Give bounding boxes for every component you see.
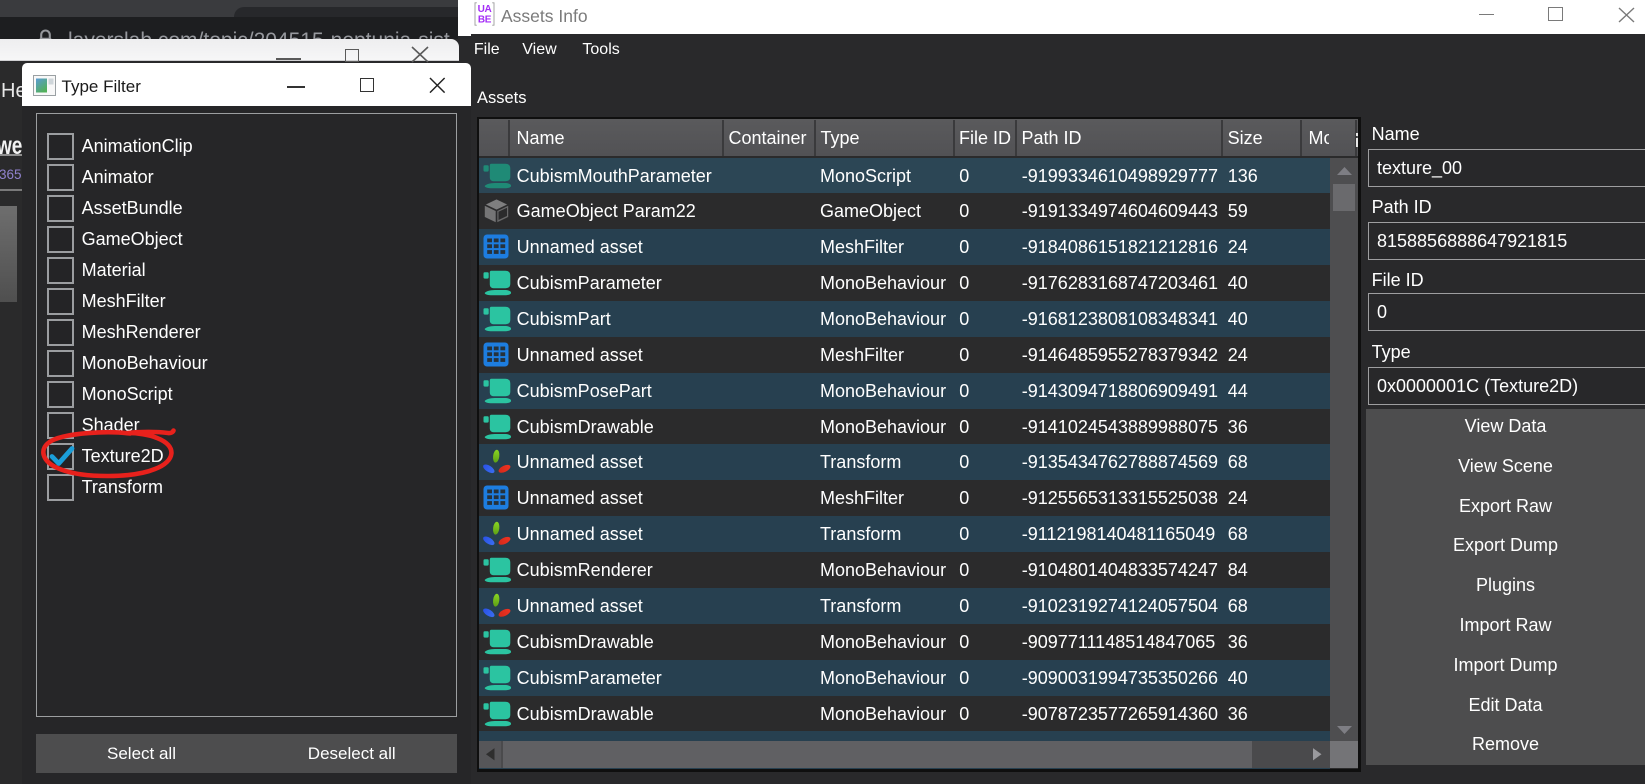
svg-text:BE: BE <box>478 14 492 25</box>
svg-text:UA: UA <box>478 4 492 15</box>
